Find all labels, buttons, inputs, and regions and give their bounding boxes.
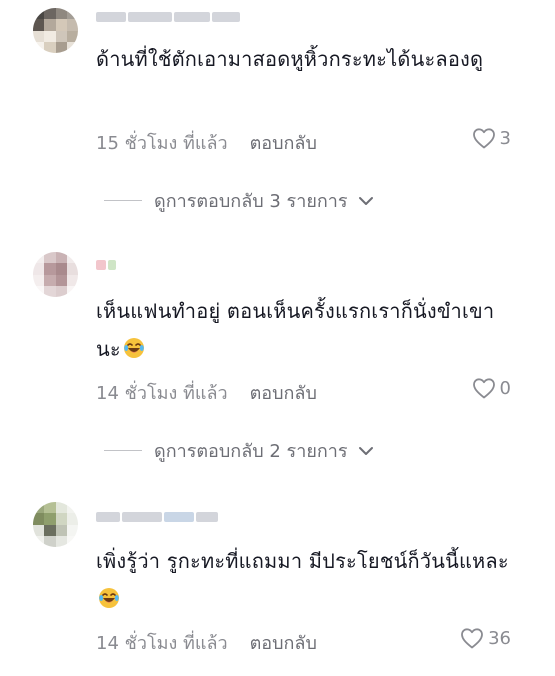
- like-count: 3: [499, 127, 511, 149]
- view-replies-button[interactable]: ดูการตอบกลับ 2 รายการ: [104, 436, 374, 465]
- laughing-tears-emoji: [123, 338, 144, 358]
- username-blurred[interactable]: [96, 10, 240, 24]
- avatar[interactable]: [33, 8, 78, 53]
- comment-text: ด้านที่ใช้ตักเอามาสอดหูหิ้วกระทะได้นะลอง…: [96, 40, 516, 78]
- view-replies-button[interactable]: ดูการตอบกลับ 3 รายการ: [104, 186, 374, 215]
- divider-line: [104, 200, 142, 201]
- view-replies-label: ดูการตอบกลับ 2 รายการ: [154, 441, 348, 462]
- comment-time: 14 ชั่วโมง ที่แล้ว: [96, 633, 228, 654]
- comment-time: 14 ชั่วโมง ที่แล้ว: [96, 383, 228, 404]
- reply-button[interactable]: ตอบกลับ: [250, 378, 317, 407]
- comment-text: เพิ่งรู้ว่า รูกะทะที่แถมมา มีประโยชน์ก็ว…: [96, 542, 516, 618]
- heart-outline-icon: [461, 628, 483, 649]
- chevron-down-icon: [358, 446, 373, 455]
- username-blurred[interactable]: [96, 510, 218, 524]
- like-count: 36: [488, 627, 511, 649]
- view-replies-label: ดูการตอบกลับ 3 รายการ: [154, 191, 348, 212]
- avatar[interactable]: [33, 502, 78, 547]
- comment-text: เห็นแฟนทำอยู่ ตอนเห็นครั้งแรกเราก็นั่งขำ…: [96, 292, 516, 368]
- like-button[interactable]: 0: [472, 377, 511, 399]
- chevron-down-icon: [358, 196, 373, 205]
- like-count: 0: [499, 377, 511, 399]
- comment-text-content: เห็นแฟนทำอยู่ ตอนเห็นครั้งแรกเราก็นั่งขำ…: [96, 299, 495, 361]
- heart-outline-icon: [472, 128, 495, 149]
- comment-text-content: เพิ่งรู้ว่า รูกะทะที่แถมมา มีประโยชน์ก็ว…: [96, 549, 509, 573]
- username-blurred[interactable]: [96, 258, 116, 272]
- heart-outline-icon: [472, 378, 495, 399]
- divider-line: [104, 450, 142, 451]
- comment-time: 15 ชั่วโมง ที่แล้ว: [96, 133, 228, 154]
- comment-text-content: ด้านที่ใช้ตักเอามาสอดหูหิ้วกระทะได้นะลอง…: [96, 47, 484, 71]
- reply-button[interactable]: ตอบกลับ: [250, 628, 317, 657]
- like-button[interactable]: 3: [472, 127, 511, 149]
- avatar[interactable]: [33, 252, 78, 297]
- laughing-tears-emoji: [99, 588, 119, 608]
- comment-meta: 14 ชั่วโมง ที่แล้ว ตอบกลับ: [96, 378, 317, 407]
- like-button[interactable]: 36: [460, 627, 511, 649]
- reply-button[interactable]: ตอบกลับ: [250, 128, 317, 157]
- comment-meta: 14 ชั่วโมง ที่แล้ว ตอบกลับ: [96, 628, 317, 657]
- comment-meta: 15 ชั่วโมง ที่แล้ว ตอบกลับ: [96, 128, 317, 157]
